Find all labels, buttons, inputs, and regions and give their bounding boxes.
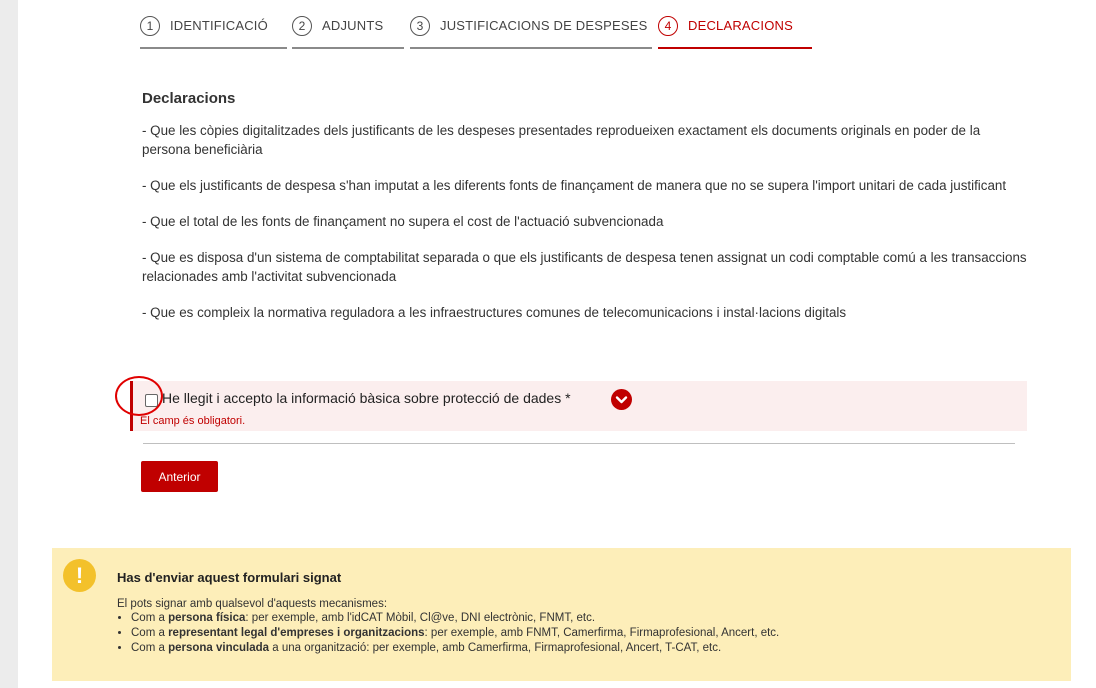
declaration-item: - Que les còpies digitalitzades dels jus… bbox=[142, 123, 981, 157]
step-number: 1 bbox=[140, 16, 160, 36]
section-title: Declaracions bbox=[142, 90, 236, 107]
tab-identificacio[interactable]: 1 IDENTIFICACIÓ bbox=[140, 14, 287, 49]
previous-button[interactable]: Anterior bbox=[141, 461, 218, 492]
step-number: 4 bbox=[658, 16, 678, 36]
tab-justificacions-de-despeses[interactable]: 3 JUSTIFICACIONS DE DESPESES bbox=[410, 14, 652, 49]
consent-label[interactable]: He llegit i accepto la informació bàsica… bbox=[162, 390, 571, 406]
exclamation-icon: ! bbox=[63, 559, 96, 592]
signature-methods-list: Com a persona física: per exemple, amb l… bbox=[117, 611, 779, 656]
step-label: ADJUNTS bbox=[322, 18, 384, 33]
step-label: JUSTIFICACIONS DE DESPESES bbox=[440, 18, 648, 33]
declaration-item: - Que es disposa d'un sistema de comptab… bbox=[142, 250, 1027, 284]
tab-declaracions[interactable]: 4 DECLARACIONS bbox=[658, 14, 812, 49]
declarations-section: Declaracions - Que les còpies digitalitz… bbox=[142, 90, 1032, 339]
step-number: 2 bbox=[292, 16, 312, 36]
step-label: IDENTIFICACIÓ bbox=[170, 18, 268, 33]
step-number: 3 bbox=[410, 16, 430, 36]
declaration-item: - Que el total de les fonts de finançame… bbox=[142, 214, 664, 229]
divider bbox=[143, 443, 1015, 444]
notice-intro: El pots signar amb qualsevol d'aquests m… bbox=[117, 598, 388, 610]
data-protection-consent: He llegit i accepto la informació bàsica… bbox=[115, 376, 1027, 431]
signature-notice: ! Has d'enviar aquest formulari signat E… bbox=[52, 548, 1071, 681]
tab-adjunts[interactable]: 2 ADJUNTS bbox=[292, 14, 404, 49]
list-item: Com a persona física: per exemple, amb l… bbox=[131, 611, 779, 626]
notice-title: Has d'enviar aquest formulari signat bbox=[117, 570, 342, 585]
form-page: 1 IDENTIFICACIÓ 2 ADJUNTS 3 JUSTIFICACIO… bbox=[18, 0, 1096, 688]
highlight-circle bbox=[115, 376, 163, 416]
list-item: Com a representant legal d'empreses i or… bbox=[131, 626, 779, 641]
chevron-down-icon[interactable] bbox=[611, 389, 632, 410]
error-message: El camp és obligatori. bbox=[140, 415, 246, 427]
declaration-item: - Que es compleix la normativa regulador… bbox=[142, 305, 847, 320]
declaration-item: - Que els justificants de despesa s'han … bbox=[142, 178, 1007, 193]
list-item: Com a persona vinculada a una organitzac… bbox=[131, 641, 779, 656]
step-label: DECLARACIONS bbox=[688, 18, 793, 33]
